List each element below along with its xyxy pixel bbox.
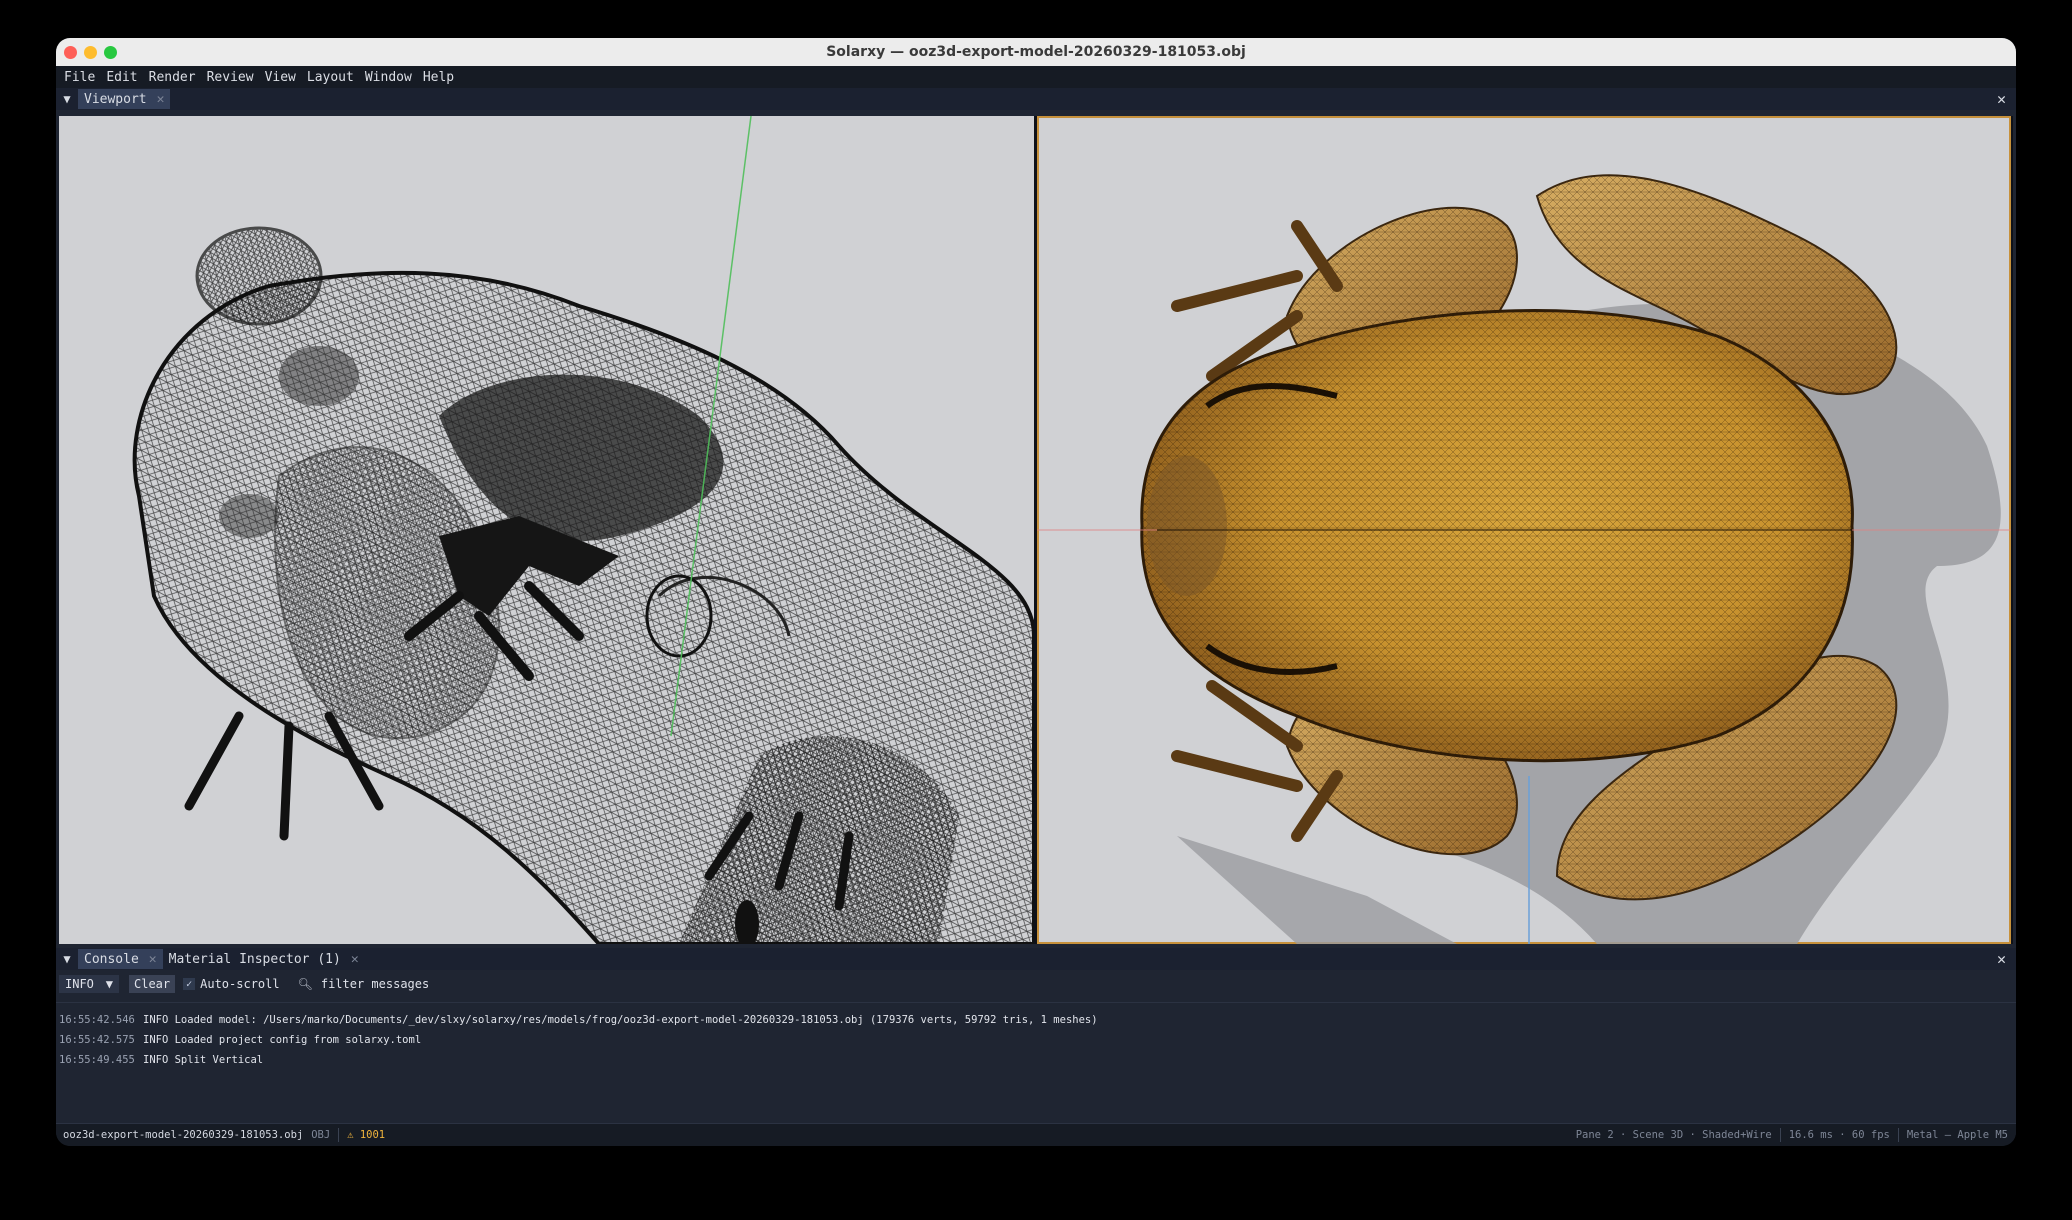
console-log: 16:55:42.546 INFO Loaded model: /Users/m… [59,1010,1098,1070]
status-file-type: OBJ [311,1129,331,1141]
log-timestamp: 16:55:42.546 [59,1014,135,1026]
clear-button[interactable]: Clear [129,975,176,993]
window-title: Solarxy — ooz3d-export-model-20260329-18… [826,44,1246,60]
log-row: 16:55:42.575 INFO Loaded project config … [59,1030,1098,1050]
viewport-area [59,116,2013,944]
log-row: 16:55:42.546 INFO Loaded model: /Users/m… [59,1010,1098,1030]
viewport-pane-right[interactable] [1037,116,2011,944]
log-message: INFO Loaded project config from solarxy.… [143,1034,422,1046]
status-file-name: ooz3d-export-model-20260329-181053.obj [63,1129,304,1141]
status-renderer: Metal — Apple M5 [1906,1129,2008,1141]
close-panel-icon[interactable]: ✕ [1997,950,2006,968]
search-icon: 🔍︎ [297,977,313,991]
chevron-down-icon: ▼ [105,977,113,991]
menu-layout[interactable]: Layout [307,70,354,85]
log-timestamp: 16:55:42.575 [59,1034,135,1046]
close-tab-icon[interactable]: ✕ [351,952,359,967]
title-bar: Solarxy — ooz3d-export-model-20260329-18… [56,38,2016,66]
menu-edit[interactable]: Edit [106,70,137,85]
tab-viewport-label: Viewport [84,91,147,107]
tab-console-label: Console [84,951,139,967]
status-right-group: Pane 2 · Scene 3D · Shaded+Wire 16.6 ms … [1576,1128,2008,1142]
divider [338,1128,340,1142]
collapse-triangle-icon[interactable]: ▼ [56,952,78,966]
menu-window[interactable]: Window [365,70,412,85]
divider [1779,1128,1781,1142]
close-panel-icon[interactable]: ✕ [1997,90,2006,108]
divider [56,1002,2016,1003]
menu-render[interactable]: Render [149,70,196,85]
log-row: 16:55:49.455 INFO Split Vertical [59,1050,1098,1070]
shaded-model-render [1037,174,2011,944]
close-window-button[interactable] [64,46,77,59]
warning-count-badge[interactable]: ⚠ 1001 [347,1129,385,1141]
bottom-tab-strip: ▼ Console ✕ Material Inspector (1) ✕ ✕ [56,948,2016,970]
maximize-window-button[interactable] [104,46,117,59]
wireframe-model-render [132,116,1034,944]
log-message: INFO Split Vertical [143,1054,264,1066]
close-tab-icon[interactable]: ✕ [157,92,165,107]
log-timestamp: 16:55:49.455 [59,1054,135,1066]
close-tab-icon[interactable]: ✕ [149,952,157,967]
tab-material-inspector[interactable]: Material Inspector (1) ✕ [163,949,365,969]
status-timing: 16.6 ms · 60 fps [1788,1129,1890,1141]
filter-input[interactable] [318,976,723,992]
tab-material-inspector-label: Material Inspector (1) [168,951,341,967]
status-pane-info: Pane 2 · Scene 3D · Shaded+Wire [1575,1129,1772,1141]
log-level-select[interactable]: INFO ▼ [59,975,119,993]
log-level-value: INFO [65,977,94,991]
viewport-tab-strip: ▼ Viewport ✕ ✕ [56,88,2016,110]
viewport-pane-left[interactable] [59,116,1034,944]
console-toolbar: INFO ▼ Clear ✓ Auto-scroll 🔍︎ [56,972,2016,996]
menu-help[interactable]: Help [423,70,454,85]
app-window: Solarxy — ooz3d-export-model-20260329-18… [56,38,2016,1146]
menu-review[interactable]: Review [207,70,254,85]
tab-console[interactable]: Console ✕ [78,949,163,969]
menu-bar: File Edit Render Review View Layout Wind… [56,66,2016,88]
tab-viewport[interactable]: Viewport ✕ [78,89,171,109]
autoscroll-checkbox[interactable]: ✓ [183,978,196,990]
log-message: INFO Loaded model: /Users/marko/Document… [143,1014,1098,1026]
minimize-window-button[interactable] [84,46,97,59]
autoscroll-label: Auto-scroll [200,977,280,991]
collapse-triangle-icon[interactable]: ▼ [56,92,78,106]
menu-view[interactable]: View [265,70,296,85]
menu-file[interactable]: File [64,70,95,85]
status-bar: ooz3d-export-model-20260329-181053.obj O… [56,1123,2016,1146]
divider [1897,1128,1899,1142]
